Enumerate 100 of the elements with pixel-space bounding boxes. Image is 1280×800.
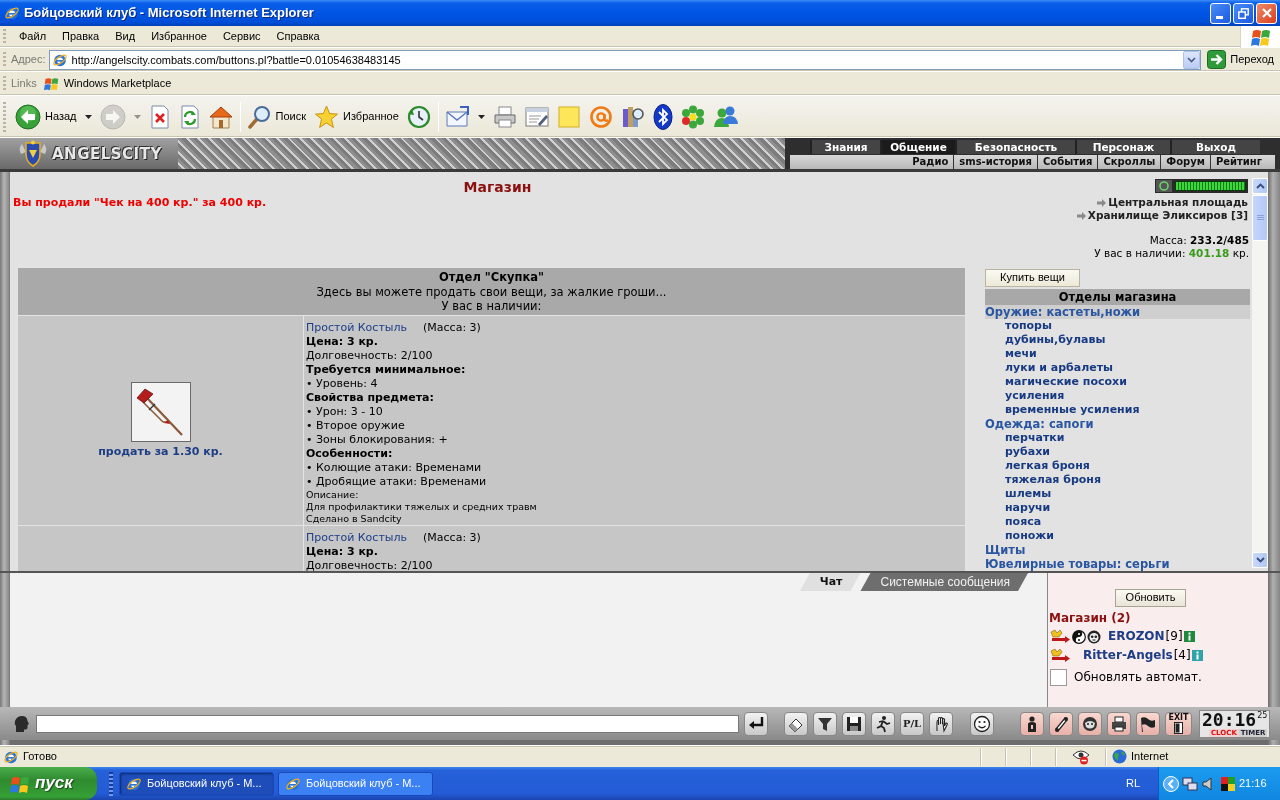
nav-link[interactable]: Скроллы — [1097, 155, 1161, 169]
chat-tab[interactable]: Системные сообщения — [860, 573, 1028, 591]
filter-button[interactable] — [813, 711, 837, 736]
address-field[interactable]: http://angelscity.combats.com/buttons.pl?battle=0.01054638483145 — [48, 49, 1202, 70]
item-name-link[interactable]: Простой Костыль — [306, 320, 407, 334]
department-link[interactable]: рубахи — [985, 445, 1250, 459]
department-link[interactable]: Щиты — [985, 543, 1250, 557]
search-icon — [247, 104, 272, 129]
info-icon[interactable] — [1183, 631, 1195, 642]
nav-link[interactable]: Радио — [907, 155, 954, 169]
department-link[interactable]: тяжелая броня — [985, 473, 1250, 487]
translit-button[interactable]: P/L — [900, 711, 924, 736]
nav-tab[interactable]: Выход — [1170, 140, 1260, 154]
department-link[interactable]: пояса — [985, 515, 1250, 529]
menu-item[interactable]: Правка — [54, 29, 108, 44]
back-button[interactable]: Назад — [11, 99, 81, 134]
books-icon — [620, 104, 645, 129]
department-link[interactable]: легкая броня — [985, 459, 1250, 473]
auto-refresh-label: Обновлять автомат. — [1074, 670, 1202, 685]
department-link[interactable]: усиления — [985, 389, 1250, 403]
save-button[interactable] — [842, 711, 866, 736]
scroll-down-button[interactable] — [1252, 552, 1268, 568]
auto-refresh-checkbox[interactable] — [1050, 669, 1067, 686]
restore-button[interactable] — [1233, 2, 1254, 24]
nav-link[interactable]: События — [1036, 155, 1098, 169]
department-link[interactable]: луки и арбалеты — [985, 361, 1250, 375]
network-icon[interactable] — [1182, 775, 1198, 792]
chat-tab[interactable]: Чат — [799, 573, 861, 591]
sell-link[interactable]: продать за 1.30 кр. — [98, 444, 223, 459]
department-link[interactable]: Ювелирные товары: серьги — [985, 557, 1250, 571]
department-link[interactable]: мечи — [985, 347, 1250, 361]
refresh-button[interactable]: Обновить — [1115, 589, 1186, 607]
user-name-link[interactable]: Ritter-Angels — [1083, 648, 1173, 663]
show-hidden-icon[interactable] — [1163, 775, 1179, 792]
chat-input-field[interactable] — [36, 714, 739, 733]
scrollbar-thumb[interactable] — [1252, 195, 1268, 241]
taskbar-button[interactable]: Бойцовский клуб - М... — [119, 771, 274, 796]
department-link[interactable]: поножи — [985, 529, 1250, 543]
menu-item[interactable]: Избранное — [143, 29, 215, 44]
menu-item[interactable]: Сервис — [214, 29, 269, 44]
location-link[interactable]: Хранилище Эликсиров [3] — [1076, 209, 1250, 222]
start-button[interactable]: пуск — [0, 767, 97, 800]
caret-icon — [1187, 56, 1197, 63]
nav-link[interactable]: Форум — [1160, 155, 1210, 169]
department-link[interactable]: Одежда: сапоги — [985, 417, 1250, 431]
info-icon[interactable] — [1191, 650, 1203, 661]
department-link[interactable]: шлемы — [985, 487, 1250, 501]
at-sign-icon — [588, 104, 613, 129]
department-link[interactable]: магические посохи — [985, 375, 1250, 389]
exit-button[interactable]: EXIT — [1165, 711, 1192, 736]
clock-seconds: 25 — [1257, 710, 1268, 721]
nav-tab[interactable]: Знания — [810, 140, 880, 154]
note-icon — [556, 104, 581, 129]
nav-link[interactable]: Рейтинг — [1209, 155, 1267, 169]
close-button[interactable] — [1256, 2, 1277, 24]
color-squares-icon[interactable] — [1220, 775, 1236, 792]
menu-item[interactable]: Вид — [107, 29, 144, 44]
department-link[interactable]: временные усиления — [985, 403, 1250, 417]
menu-item[interactable]: Файл — [11, 29, 55, 44]
go-button[interactable]: Переход — [1201, 50, 1280, 69]
favorites-button[interactable]: Избранное — [310, 99, 403, 134]
department-link[interactable]: топоры — [985, 319, 1250, 333]
bluetooth-icon — [652, 103, 673, 130]
item-name-link[interactable]: Простой Костыль — [306, 530, 407, 544]
menu-item[interactable]: Справка — [268, 29, 328, 44]
link[interactable]: Windows Marketplace — [42, 76, 172, 91]
department-link[interactable]: перчатки — [985, 431, 1250, 445]
nav-tab[interactable]: Безопасность — [955, 140, 1075, 154]
inventory-button[interactable] — [1020, 711, 1044, 736]
location-link[interactable]: Центральная площадь — [1097, 196, 1250, 209]
clear-button[interactable] — [784, 711, 808, 736]
refresh-icon — [178, 104, 201, 129]
flag-button[interactable] — [1136, 711, 1160, 736]
buy-items-button[interactable]: Купить вещи — [985, 269, 1080, 287]
department-link[interactable]: наручи — [985, 501, 1250, 515]
caret-icon — [133, 114, 141, 119]
property-line: • Колющие атаки: Временами — [306, 460, 483, 475]
nav-link[interactable]: sms-история — [953, 155, 1037, 169]
actions-button[interactable] — [871, 711, 895, 736]
status-text: Готово — [23, 749, 57, 764]
character-button[interactable] — [1078, 711, 1102, 736]
hand-button[interactable] — [929, 711, 953, 736]
nav-tab[interactable]: Персонаж — [1075, 140, 1170, 154]
nav-tab[interactable]: Общение — [880, 140, 955, 154]
caret-icon — [477, 114, 485, 119]
language-indicator[interactable]: RL — [1125, 776, 1140, 791]
printer-icon — [492, 104, 517, 129]
user-name-link[interactable]: EROZON — [1108, 629, 1165, 644]
scroll-up-button[interactable] — [1252, 178, 1268, 194]
taskbar-button[interactable]: Бойцовский клуб - М... — [278, 771, 433, 796]
send-button[interactable] — [744, 711, 768, 736]
print-button[interactable] — [1107, 711, 1131, 736]
department-link[interactable]: Оружие: кастеты,ножи — [985, 305, 1250, 319]
search-button[interactable]: Поиск — [243, 99, 310, 134]
department-subtitle: Здесь вы можете продать свои вещи, за жалкие гроши... — [315, 284, 668, 299]
caret-icon — [84, 114, 92, 119]
department-link[interactable]: дубины,булавы — [985, 333, 1250, 347]
smiley-button[interactable] — [970, 711, 994, 736]
minimize-button[interactable] — [1210, 2, 1231, 24]
scroll-button[interactable] — [1049, 711, 1073, 736]
